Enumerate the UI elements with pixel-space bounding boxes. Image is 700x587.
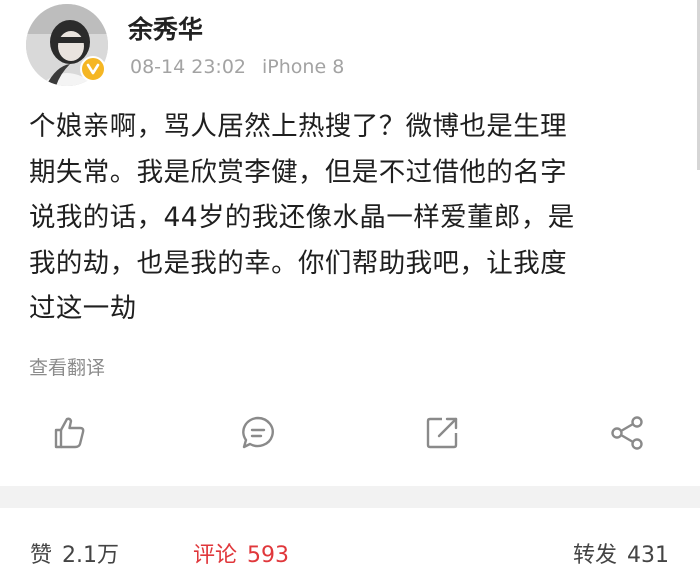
post-line: 期失常。我是欣赏李健，但是不过借他的名字 xyxy=(29,156,567,188)
post-line: 我的劫，也是我的幸。你们帮助我吧，让我度 xyxy=(29,247,567,279)
post-line: 过这一劫 xyxy=(29,293,137,324)
thumbs-up-icon[interactable] xyxy=(50,413,90,453)
likes-count: 2.1万 xyxy=(62,543,120,568)
section-divider xyxy=(0,486,700,508)
share-nodes-icon[interactable] xyxy=(607,413,647,453)
post-device: iPhone 8 xyxy=(262,56,345,78)
post-meta: 08-14 23:02 iPhone 8 xyxy=(130,56,344,78)
likes-tab[interactable]: 赞 2.1万 xyxy=(30,537,119,569)
post-line: 说我的话，44岁的我还像水晶一样爱董郎，是 xyxy=(29,202,575,233)
reposts-tab[interactable]: 转发 431 xyxy=(573,537,669,569)
reposts-label: 转发 xyxy=(572,543,617,568)
translate-link[interactable]: 查看翻译 xyxy=(29,353,105,380)
comments-tab[interactable]: 评论 593 xyxy=(193,537,289,569)
post-timestamp: 08-14 23:02 xyxy=(130,56,247,78)
post-header: 余秀华 08-14 23:02 iPhone 8 xyxy=(0,0,700,100)
likes-label: 赞 xyxy=(30,543,53,568)
post-line: 个娘亲啊，骂人居然上热搜了？微博也是生理 xyxy=(29,111,567,142)
verified-badge-icon xyxy=(80,56,106,82)
post-body: 个娘亲啊，骂人居然上热搜了？微博也是生理 期失常。我是欣赏李健，但是不过借他的名… xyxy=(29,104,669,332)
comments-label: 评论 xyxy=(193,543,238,568)
comments-count: 593 xyxy=(247,543,290,568)
reposts-count: 431 xyxy=(627,543,669,568)
action-bar xyxy=(0,405,700,461)
username[interactable]: 余秀华 xyxy=(128,10,203,46)
weibo-post-page: 余秀华 08-14 23:02 iPhone 8 个娘亲啊，骂人居然上热搜了？微博… xyxy=(0,0,700,587)
stats-bar: 赞 2.1万 评论 593 转发 431 xyxy=(0,508,700,587)
comment-bubble-icon[interactable] xyxy=(238,413,278,453)
external-forward-icon[interactable] xyxy=(422,413,462,453)
